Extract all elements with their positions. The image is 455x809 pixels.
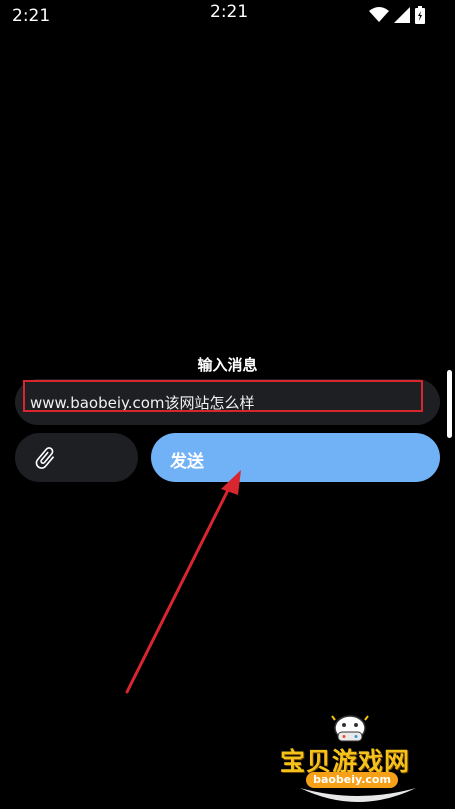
battery-charging-icon bbox=[415, 6, 425, 24]
status-time-left: 2:21 bbox=[12, 6, 51, 26]
annotation-highlight-box bbox=[23, 380, 423, 412]
wifi-icon bbox=[369, 7, 389, 23]
attach-button[interactable] bbox=[15, 433, 138, 482]
status-icons bbox=[369, 6, 425, 24]
watermark-logo: 宝贝游戏网 baobeiy.com bbox=[278, 712, 428, 807]
gamepad-mascot-icon bbox=[331, 715, 369, 742]
composer-title: 输入消息 bbox=[197, 356, 258, 374]
signal-icon bbox=[394, 7, 410, 23]
send-button-label: 发送 bbox=[170, 452, 204, 472]
send-button[interactable]: 发送 bbox=[151, 433, 440, 482]
scroll-handle[interactable] bbox=[447, 370, 452, 438]
watermark-swoosh bbox=[300, 788, 416, 802]
status-time-center: 2:21 bbox=[210, 2, 249, 22]
